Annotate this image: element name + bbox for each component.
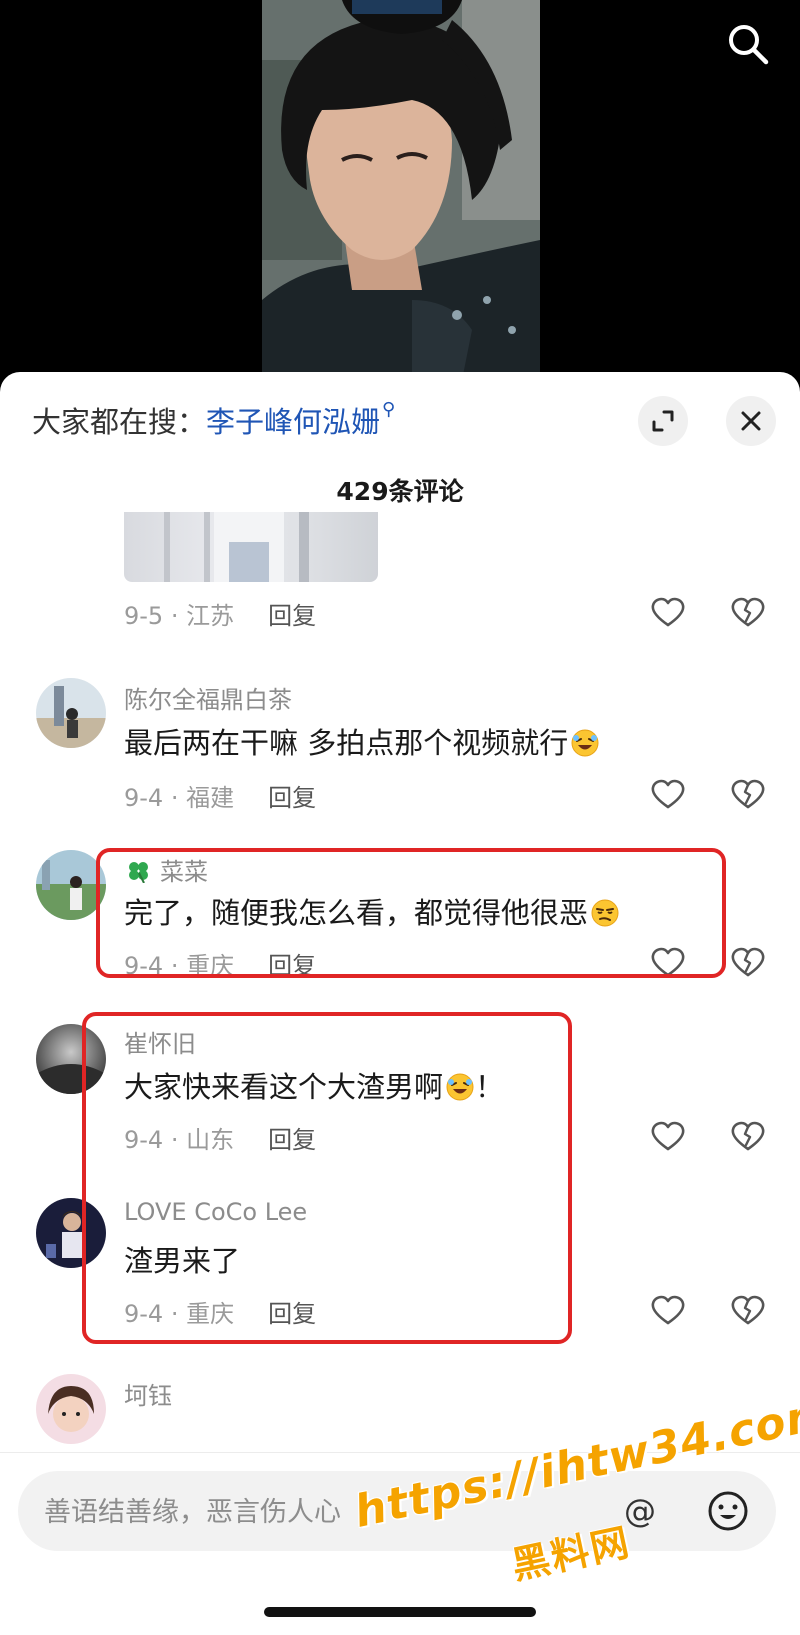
search-button[interactable] [724,20,772,68]
comment-text-suffix: ！ [475,1070,505,1104]
comment-username[interactable]: 崔怀旧 [124,1024,196,1059]
comment-date-location: 9-5 · 江苏 [124,602,235,630]
close-icon [741,411,761,431]
search-small-icon: ⚲ [382,399,396,420]
reply-button[interactable]: 回复 [268,952,316,980]
close-button[interactable] [726,396,776,446]
comment-meta: 9-4 · 山东 回复 [124,1120,316,1155]
comment-meta: 9-4 · 重庆 回复 [124,1294,316,1329]
dislike-button[interactable] [728,774,768,814]
comment-date-location: 9-4 · 福建 [124,784,235,812]
heart-icon [651,1121,685,1151]
comment-username: 菜菜 [160,858,208,886]
dislike-button[interactable] [728,592,768,632]
app-root: 大家都在搜：李子峰何泓姗 ⚲ 429条评论 9-5 · 江苏 回复 陈尔全福鼎白… [0,0,800,1635]
comment-meta: 9-4 · 重庆 回复 [124,946,316,981]
comment-text-body: 渣男来了 [124,1244,241,1278]
comment-username-row[interactable]: 菜菜 [124,852,208,887]
emoji-button[interactable] [704,1487,752,1535]
comment-text-body: 完了，随便我怎么看，都觉得他很恶 [124,896,589,930]
comment-input[interactable] [42,1471,586,1553]
avatar[interactable] [36,678,106,748]
like-button[interactable] [648,592,688,632]
broken-heart-icon [731,1295,765,1325]
home-indicator [264,1607,536,1617]
comment-sheet-header: 大家都在搜：李子峰何泓姗 ⚲ [0,372,800,468]
comment-date-location: 9-4 · 山东 [124,1126,235,1154]
like-button[interactable] [648,1290,688,1330]
comment-text: 渣男来了 [124,1238,240,1280]
trending-query-link[interactable]: 李子峰何泓姗 [206,405,380,439]
broken-heart-icon [731,597,765,627]
rofl-emoji-icon [446,1073,474,1101]
comment-text: 大家快来看这个大渣男啊 ！ [124,1064,504,1106]
avatar[interactable] [36,1198,106,1268]
mention-button[interactable]: @ [618,1489,662,1533]
comment-count: 429条评论 [336,477,464,506]
comment-text-body: 最后两在干嘛 多拍点那个视频就行 [124,726,569,760]
rofl-emoji-icon [571,729,599,757]
smiley-icon [708,1491,748,1531]
broken-heart-icon [731,779,765,809]
like-button[interactable] [648,942,688,982]
broken-heart-icon [731,947,765,977]
comment-image-thumbnail[interactable] [124,512,378,582]
reply-button[interactable]: 回复 [268,1126,316,1154]
avatar[interactable] [36,850,106,920]
expand-button[interactable] [638,396,688,446]
comment-text: 完了，随便我怎么看，都觉得他很恶 [124,890,620,932]
avatar[interactable] [36,1374,106,1444]
clover-icon [129,862,148,884]
trending-prefix: 大家都在搜： [32,405,207,439]
reply-button[interactable]: 回复 [268,784,316,812]
dislike-button[interactable] [728,1290,768,1330]
comment-input-container[interactable]: @ [18,1471,776,1553]
dislike-button[interactable] [728,942,768,982]
comment-date-location: 9-4 · 重庆 [124,952,235,980]
heart-icon [651,1295,685,1325]
comment-list[interactable]: 9-5 · 江苏 回复 陈尔全福鼎白茶 最后两在干嘛 多拍点那个视频就行 9-4… [0,512,800,1522]
video-player[interactable] [0,0,800,380]
broken-heart-icon [731,1121,765,1151]
expand-icon [652,410,674,432]
comment-text-body: 大家快来看这个大渣男啊 [124,1070,444,1104]
comment-username[interactable]: 坷钰 [124,1376,172,1411]
heart-icon [651,779,685,809]
heart-icon [651,947,685,977]
like-button[interactable] [648,774,688,814]
comment-text: 最后两在干嘛 多拍点那个视频就行 [124,720,600,762]
comment-username[interactable]: 陈尔全福鼎白茶 [124,680,292,715]
comment-date-location: 9-4 · 重庆 [124,1300,235,1328]
comment-username[interactable]: LOVE CoCo Lee [124,1198,307,1226]
video-frame[interactable] [262,0,540,380]
at-icon: @ [624,1492,656,1530]
like-button[interactable] [648,1116,688,1156]
smirk-emoji-icon [591,899,619,927]
comment-meta: 9-5 · 江苏 回复 [124,596,316,631]
comment-meta: 9-4 · 福建 回复 [124,778,316,813]
reply-button[interactable]: 回复 [268,1300,316,1328]
trending-search[interactable]: 大家都在搜：李子峰何泓姗 ⚲ [32,399,395,441]
reply-button[interactable]: 回复 [268,602,316,630]
comment-input-bar: @ [0,1452,800,1635]
heart-icon [651,597,685,627]
avatar[interactable] [36,1024,106,1094]
search-icon [729,25,769,65]
dislike-button[interactable] [728,1116,768,1156]
comment-sheet: 大家都在搜：李子峰何泓姗 ⚲ 429条评论 9-5 · 江苏 回复 陈尔全福鼎白… [0,372,800,1635]
